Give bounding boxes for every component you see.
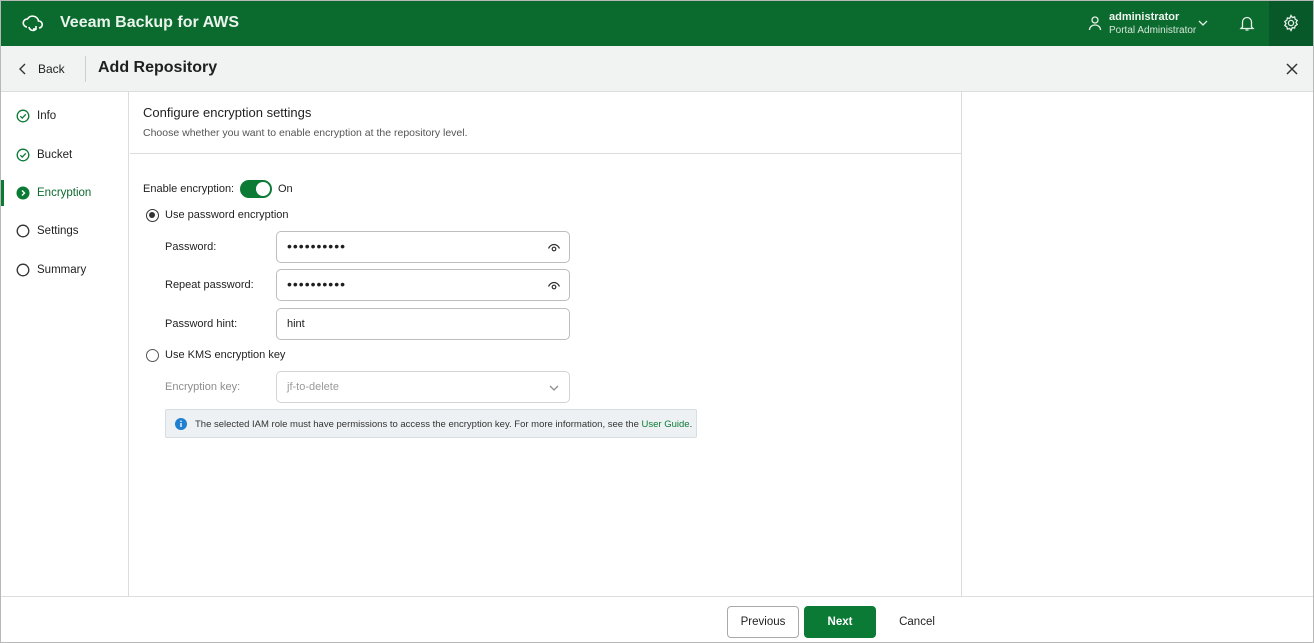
check-circle-icon (16, 109, 30, 123)
chevron-down-icon[interactable] (1197, 17, 1209, 29)
step-label: Summary (37, 264, 87, 276)
eye-icon[interactable] (547, 279, 561, 293)
back-label: Back (38, 62, 65, 76)
info-icon (175, 418, 187, 430)
info-text: The selected IAM role must have permissi… (195, 419, 692, 430)
kms-encryption-radio[interactable] (146, 349, 159, 362)
enable-encryption-label: Enable encryption: (143, 183, 235, 195)
step-encryption[interactable]: Encryption (1, 180, 129, 206)
arrow-circle-icon (16, 186, 30, 200)
next-button[interactable]: Next (804, 606, 876, 638)
info-message: The selected IAM role must have permissi… (165, 409, 697, 438)
empty-circle-icon (16, 224, 30, 238)
password-label: Password: (165, 241, 217, 253)
active-step-indicator (1, 180, 4, 206)
wizard-steps: Info Bucket Encryption Settings Summary (1, 92, 129, 596)
password-hint-label: Password hint: (165, 318, 238, 330)
main-panel: Configure encryption settings Choose whe… (130, 92, 962, 596)
enable-encryption-toggle[interactable] (240, 180, 272, 198)
section-description: Choose whether you want to enable encryp… (143, 127, 468, 139)
check-circle-icon (16, 148, 30, 162)
password-encryption-radio[interactable] (146, 209, 159, 222)
cancel-button[interactable]: Cancel (884, 606, 950, 638)
password-value: •••••••••• (287, 238, 347, 254)
eye-icon[interactable] (547, 241, 561, 255)
info-message-text: The selected IAM role must have permissi… (195, 419, 639, 430)
encryption-key-label: Encryption key: (165, 381, 241, 393)
close-icon[interactable] (1284, 61, 1300, 77)
user-icon (1088, 16, 1102, 31)
step-settings[interactable]: Settings (1, 220, 129, 242)
step-label: Settings (37, 225, 79, 237)
toggle-state-text: On (278, 183, 293, 195)
password-hint-value: hint (287, 318, 305, 330)
step-info[interactable]: Info (1, 105, 129, 127)
encryption-key-value: jf-to-delete (287, 381, 339, 393)
wizard-footer: Previous Next Cancel (1, 596, 1313, 642)
settings-button[interactable] (1269, 1, 1313, 46)
section-header: Configure encryption settings Choose whe… (130, 92, 962, 154)
page-title: Add Repository (98, 59, 218, 76)
repeat-password-field[interactable]: •••••••••• (276, 269, 570, 301)
chevron-down-icon (549, 385, 559, 391)
info-message-suffix: . (689, 419, 693, 430)
user-name: administrator (1109, 11, 1180, 23)
app-title: Veeam Backup for AWS (60, 14, 240, 31)
app-window: Veeam Backup for AWS administrator Porta… (0, 0, 1314, 643)
repeat-password-label: Repeat password: (165, 279, 254, 291)
step-summary[interactable]: Summary (1, 259, 129, 281)
password-hint-field[interactable]: hint (276, 308, 570, 340)
toggle-knob (256, 182, 270, 196)
cloud-backup-icon (22, 15, 44, 32)
top-bar: Veeam Backup for AWS administrator Porta… (1, 1, 1313, 46)
step-bucket[interactable]: Bucket (1, 144, 129, 166)
repeat-password-value: •••••••••• (287, 276, 347, 292)
step-label: Bucket (37, 149, 73, 161)
empty-circle-icon (16, 263, 30, 277)
step-label: Encryption (37, 187, 92, 199)
password-encryption-label: Use password encryption (165, 209, 289, 221)
back-button[interactable]: Back (16, 60, 65, 78)
password-field[interactable]: •••••••••• (276, 231, 570, 263)
gear-icon (1283, 14, 1299, 32)
header-divider (85, 56, 86, 82)
section-title: Configure encryption settings (143, 105, 312, 120)
chevron-left-icon (19, 63, 26, 75)
previous-button[interactable]: Previous (727, 606, 799, 638)
user-guide-link[interactable]: User Guide (642, 419, 690, 430)
kms-encryption-label: Use KMS encryption key (165, 349, 286, 361)
step-label: Info (37, 110, 57, 122)
page-header: Back Add Repository (1, 46, 1313, 92)
bell-icon[interactable] (1238, 14, 1256, 32)
user-role: Portal Administrator (1109, 25, 1197, 36)
encryption-key-select[interactable]: jf-to-delete (276, 371, 570, 403)
